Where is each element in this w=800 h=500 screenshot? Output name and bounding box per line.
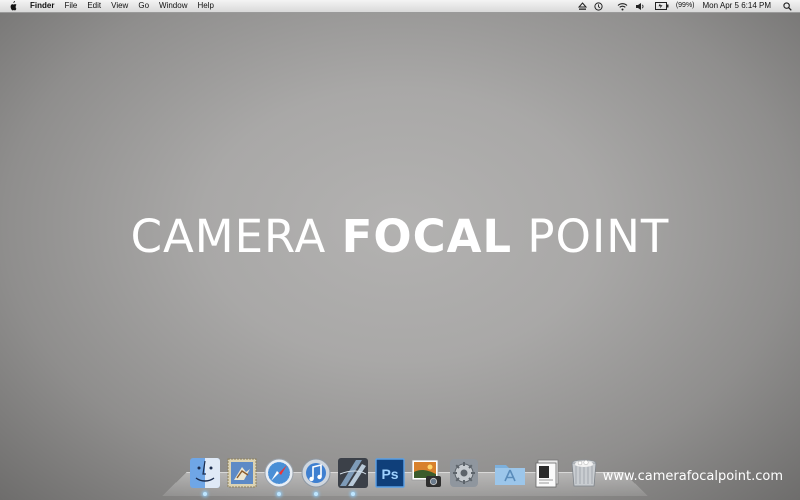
applications-folder-icon[interactable] bbox=[493, 456, 527, 490]
title-camera: CAMERA bbox=[130, 210, 342, 263]
system-preferences-icon[interactable] bbox=[447, 456, 481, 490]
menu-view[interactable]: View bbox=[106, 0, 133, 12]
dock: Ps bbox=[188, 452, 604, 496]
photoshop-label: Ps bbox=[381, 466, 398, 482]
iphoto-icon[interactable] bbox=[410, 456, 444, 490]
apple-icon[interactable] bbox=[9, 1, 17, 11]
mail-icon[interactable] bbox=[225, 456, 259, 490]
battery-icon[interactable] bbox=[654, 0, 669, 12]
menu-bar: Finder File Edit View Go Window Help (99… bbox=[0, 0, 800, 13]
trash-icon[interactable] bbox=[567, 456, 601, 490]
menu-help[interactable]: Help bbox=[192, 0, 218, 12]
title-point: POINT bbox=[512, 210, 670, 263]
spotlight-icon[interactable] bbox=[783, 0, 792, 12]
running-indicator bbox=[203, 492, 207, 496]
aperture-icon[interactable] bbox=[336, 456, 370, 496]
itunes-icon[interactable] bbox=[299, 456, 333, 496]
time-machine-icon[interactable] bbox=[594, 0, 603, 12]
eject-icon[interactable] bbox=[577, 0, 587, 12]
title-focal: FOCAL bbox=[341, 210, 513, 263]
menu-go[interactable]: Go bbox=[133, 0, 154, 12]
finder-icon[interactable] bbox=[188, 456, 222, 496]
watermark-url: www.camerafocalpoint.com bbox=[602, 469, 783, 484]
photoshop-icon[interactable]: Ps bbox=[373, 456, 407, 490]
menu-file[interactable]: File bbox=[59, 0, 82, 12]
running-indicator bbox=[277, 492, 281, 496]
menu-window[interactable]: Window bbox=[154, 0, 192, 12]
menu-edit[interactable]: Edit bbox=[82, 0, 106, 12]
wifi-icon[interactable] bbox=[617, 0, 628, 12]
battery-percent: (99%) bbox=[675, 2, 695, 9]
clock[interactable]: Mon Apr 5 6:14 PM bbox=[703, 0, 771, 12]
running-indicator bbox=[314, 492, 318, 496]
running-indicator bbox=[351, 492, 355, 496]
desktop-title: CAMERA FOCAL POINT bbox=[0, 210, 800, 263]
safari-icon[interactable] bbox=[262, 456, 296, 496]
documents-stack-icon[interactable] bbox=[530, 456, 564, 490]
menu-finder[interactable]: Finder bbox=[25, 0, 59, 12]
volume-icon[interactable] bbox=[635, 0, 645, 12]
